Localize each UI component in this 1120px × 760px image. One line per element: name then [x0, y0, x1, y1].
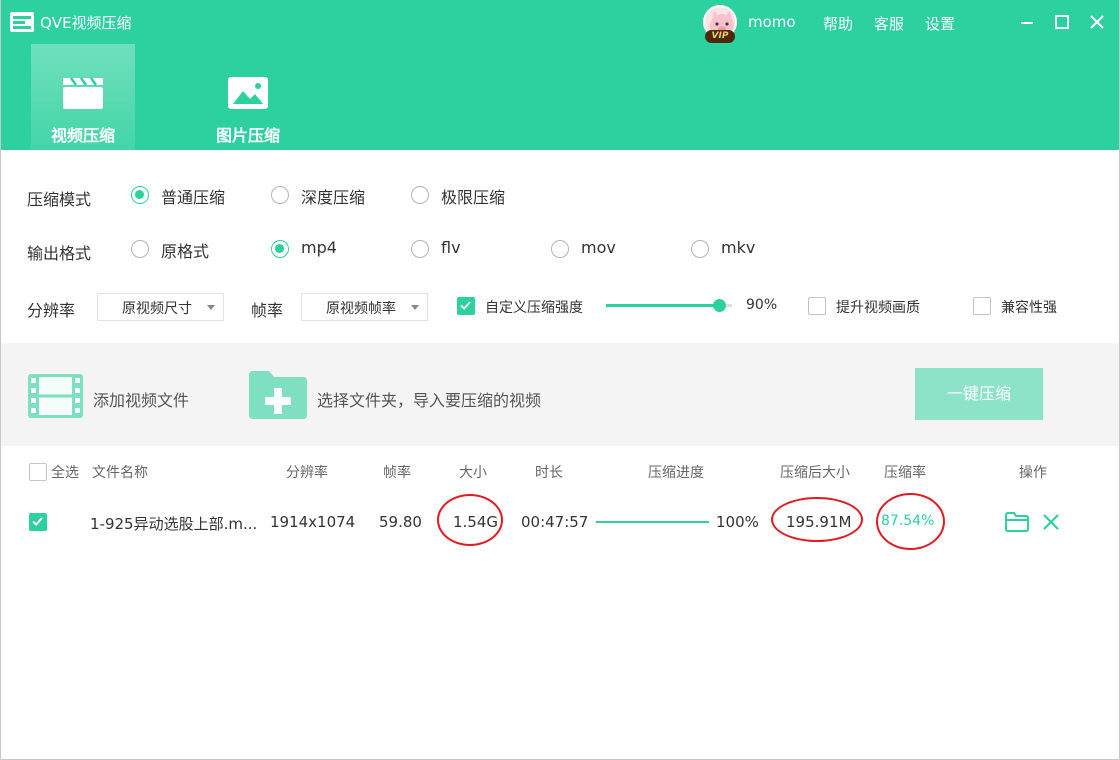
- radio-circle: [131, 240, 149, 258]
- cell-resolution: 1914x1074: [270, 513, 356, 531]
- enhance-quality-label: 提升视频画质: [836, 300, 920, 316]
- header-framerate: 帧率: [383, 465, 411, 481]
- close-icon[interactable]: [1087, 12, 1107, 32]
- radio-circle: [271, 240, 289, 258]
- open-folder-icon[interactable]: [1005, 512, 1029, 532]
- custom-strength-checkbox[interactable]: [457, 297, 475, 315]
- check-icon: [32, 517, 43, 526]
- header-file-name: 文件名称: [92, 465, 148, 481]
- username[interactable]: momo: [748, 13, 796, 31]
- framerate-select-value: 原视频帧率: [326, 301, 396, 317]
- enhance-quality-checkbox[interactable]: [808, 297, 826, 315]
- tab-image-label: 图片压缩: [215, 126, 280, 145]
- compress-mode-label: 压缩模式: [27, 190, 92, 209]
- cell-file-name: 1-925异动选股上部.m...: [90, 515, 258, 533]
- tab-video-compress[interactable]: 视频压缩: [31, 44, 135, 150]
- radio-circle: [271, 186, 289, 204]
- one-click-compress-button[interactable]: 一键压缩: [915, 368, 1043, 420]
- output-format-label: 输出格式: [27, 244, 92, 263]
- compress-strength-slider[interactable]: [606, 299, 732, 312]
- add-video-button[interactable]: 添加视频文件: [93, 387, 189, 411]
- radio-circle: [411, 240, 429, 258]
- service-link[interactable]: 客服: [874, 13, 904, 34]
- cell-framerate: 59.80: [379, 513, 422, 531]
- cell-duration: 00:47:57: [521, 513, 589, 531]
- radio-label: flv: [441, 238, 461, 257]
- resolution-select[interactable]: 原视频尺寸: [97, 293, 224, 321]
- header-size: 大小: [459, 465, 487, 481]
- radio-label: 深度压缩: [301, 188, 366, 207]
- tab-image-compress[interactable]: 图片压缩: [196, 44, 300, 150]
- action-toolbar: 添加视频文件 选择文件夹，导入要压缩的视频 一键压缩: [0, 343, 1120, 446]
- app-title: QVE视频压缩: [40, 14, 132, 32]
- strength-value: 90%: [746, 297, 778, 313]
- app-logo-icon: [10, 12, 34, 32]
- maximize-icon[interactable]: [1052, 12, 1072, 32]
- highlight-ring-after-size: [771, 497, 863, 542]
- highlight-ring-size: [437, 494, 503, 546]
- header-resolution: 分辨率: [286, 465, 328, 481]
- header-select-all[interactable]: 全选: [51, 462, 79, 482]
- film-strip-icon[interactable]: [28, 374, 83, 418]
- compatibility-label: 兼容性强: [1001, 300, 1057, 316]
- header-actions: 操作: [1019, 465, 1047, 481]
- highlight-ring-ratio: [876, 493, 945, 550]
- radio-label: mp4: [301, 238, 337, 257]
- radio-label: 极限压缩: [441, 188, 506, 207]
- framerate-select[interactable]: 原视频帧率: [301, 293, 428, 321]
- header-ratio: 压缩率: [884, 465, 926, 481]
- title-bar: QVE视频压缩 VIP momo 帮助 客服 设置: [0, 0, 1120, 44]
- radio-circle: [131, 186, 149, 204]
- chevron-down-icon: [411, 305, 419, 310]
- radio-circle: [551, 240, 569, 258]
- settings-link[interactable]: 设置: [925, 13, 955, 34]
- custom-strength-label: 自定义压缩强度: [485, 300, 583, 316]
- help-link[interactable]: 帮助: [823, 13, 853, 34]
- app-header: QVE视频压缩 VIP momo 帮助 客服 设置 视频压缩 图片压缩: [0, 0, 1120, 150]
- clapperboard-icon: [63, 77, 103, 109]
- header-duration: 时长: [535, 465, 563, 481]
- check-icon: [460, 301, 471, 310]
- slider-thumb[interactable]: [713, 299, 727, 312]
- row-checkbox[interactable]: [29, 513, 47, 531]
- folder-add-icon[interactable]: [249, 371, 307, 419]
- tab-video-label: 视频压缩: [50, 126, 115, 145]
- add-folder-button[interactable]: 选择文件夹，导入要压缩的视频: [317, 387, 541, 411]
- radio-circle: [691, 240, 709, 258]
- vip-badge: VIP: [705, 30, 735, 43]
- resolution-label: 分辨率: [27, 301, 76, 320]
- select-all-checkbox[interactable]: [29, 463, 47, 481]
- cell-progress: 100%: [716, 513, 759, 531]
- radio-circle: [411, 186, 429, 204]
- header-progress: 压缩进度: [648, 465, 704, 481]
- progress-bar: [596, 521, 709, 523]
- radio-label: mov: [581, 238, 616, 257]
- picture-icon: [228, 77, 268, 109]
- radio-label: 普通压缩: [161, 188, 226, 207]
- radio-label: 原格式: [161, 242, 210, 261]
- compatibility-checkbox[interactable]: [973, 297, 991, 315]
- delete-icon[interactable]: [1042, 513, 1060, 531]
- minimize-icon[interactable]: [1017, 12, 1037, 32]
- framerate-label: 帧率: [251, 301, 284, 320]
- header-after-size: 压缩后大小: [780, 465, 850, 481]
- chevron-down-icon: [207, 305, 215, 310]
- resolution-select-value: 原视频尺寸: [122, 301, 192, 317]
- slider-fill: [606, 304, 720, 307]
- radio-label: mkv: [721, 238, 756, 257]
